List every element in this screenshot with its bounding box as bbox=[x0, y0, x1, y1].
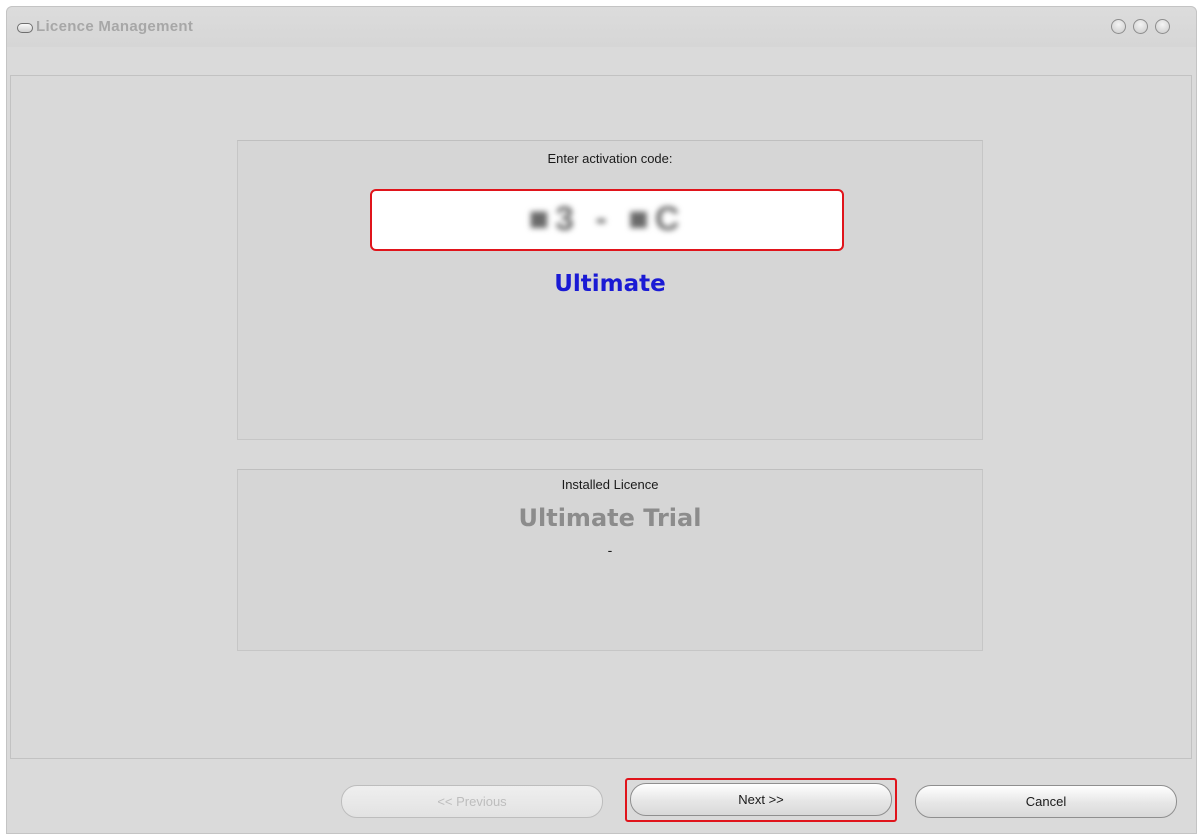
installed-edition-name: Ultimate Trial bbox=[518, 504, 702, 532]
activation-panel: Enter activation code: ■3 - ■C Ultimate bbox=[237, 140, 983, 440]
installed-licence-panel: Installed Licence Ultimate Trial - bbox=[237, 469, 983, 651]
activation-code-input[interactable]: ■3 - ■C bbox=[370, 189, 844, 251]
installed-licence-detail: - bbox=[607, 542, 613, 558]
wizard-content: Enter activation code: ■3 - ■C Ultimate … bbox=[10, 75, 1192, 759]
window-title: Licence Management bbox=[36, 18, 194, 35]
next-button[interactable]: Next >> bbox=[630, 783, 892, 816]
activation-edition-name: Ultimate bbox=[554, 271, 666, 297]
window-menu-icon[interactable] bbox=[17, 23, 33, 33]
cancel-button[interactable]: Cancel bbox=[915, 785, 1177, 818]
activation-code-value: ■3 - ■C bbox=[528, 200, 686, 238]
wizard-button-bar: << Previous Next >> Cancel bbox=[7, 759, 1196, 835]
title-bar[interactable]: Licence Management bbox=[7, 7, 1196, 47]
maximize-icon[interactable] bbox=[1133, 19, 1148, 34]
close-icon[interactable] bbox=[1155, 19, 1170, 34]
licence-management-window: Licence Management Enter activation code… bbox=[6, 6, 1197, 834]
installed-licence-label: Installed Licence bbox=[561, 477, 659, 492]
activation-code-label: Enter activation code: bbox=[547, 151, 673, 166]
previous-button[interactable]: << Previous bbox=[341, 785, 603, 818]
minimize-icon[interactable] bbox=[1111, 19, 1126, 34]
